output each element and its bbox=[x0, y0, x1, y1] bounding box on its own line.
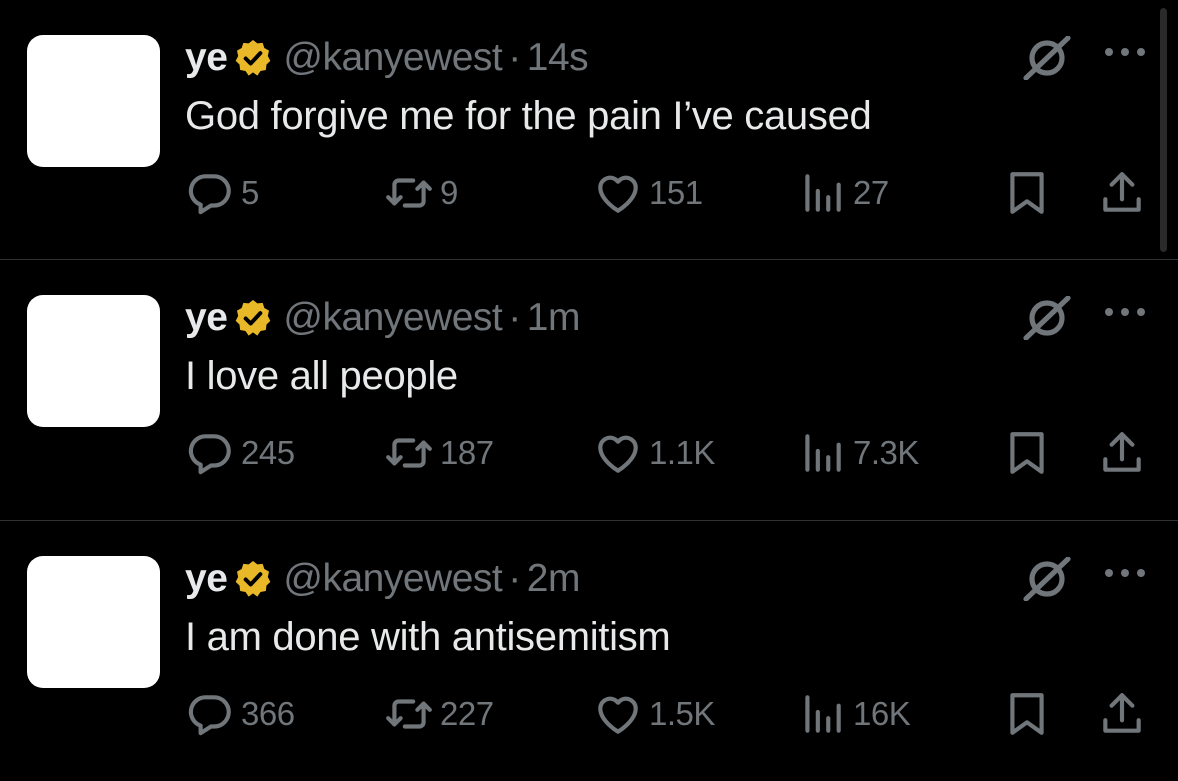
retweet-button[interactable]: 9 bbox=[384, 168, 458, 218]
reply-button[interactable]: 245 bbox=[185, 428, 295, 478]
avatar[interactable] bbox=[27, 35, 160, 167]
retweet-button[interactable]: 187 bbox=[384, 428, 494, 478]
timestamp[interactable]: 1m bbox=[527, 296, 581, 340]
verified-badge-icon bbox=[233, 298, 273, 338]
more-options-icon[interactable] bbox=[1102, 302, 1148, 322]
share-button[interactable] bbox=[1097, 689, 1147, 739]
retweet-button[interactable]: 227 bbox=[384, 689, 494, 739]
reply-button[interactable]: 366 bbox=[185, 689, 295, 739]
views-button[interactable]: 7.3K bbox=[797, 428, 919, 478]
like-icon bbox=[593, 689, 643, 739]
tweet-text: I love all people bbox=[185, 354, 458, 398]
retweet-count: 9 bbox=[440, 174, 458, 211]
user-handle[interactable]: @kanyewest bbox=[283, 296, 502, 340]
avatar[interactable] bbox=[27, 556, 160, 688]
tweet-text: God forgive me for the pain I’ve caused bbox=[185, 94, 872, 138]
timestamp[interactable]: 2m bbox=[527, 557, 581, 601]
retweet-icon bbox=[384, 689, 434, 739]
tweet[interactable]: ye @kanyewest · 1m I love all people 245… bbox=[0, 260, 1178, 520]
view-count: 16K bbox=[853, 695, 911, 732]
retweet-count: 227 bbox=[440, 695, 494, 732]
user-handle[interactable]: @kanyewest bbox=[283, 36, 502, 80]
like-button[interactable]: 1.1K bbox=[593, 428, 715, 478]
views-button[interactable]: 16K bbox=[797, 689, 911, 739]
more-options-icon[interactable] bbox=[1102, 42, 1148, 62]
verified-badge-icon bbox=[233, 559, 273, 599]
separator-dot: · bbox=[508, 36, 521, 79]
views-icon bbox=[797, 168, 847, 218]
bookmark-icon bbox=[1002, 428, 1052, 478]
reply-icon bbox=[185, 168, 235, 218]
tweet[interactable]: ye @kanyewest · 14s God forgive me for t… bbox=[0, 0, 1178, 260]
bookmark-icon bbox=[1002, 689, 1052, 739]
grok-icon[interactable] bbox=[1020, 296, 1074, 340]
grok-icon[interactable] bbox=[1020, 557, 1074, 601]
views-icon bbox=[797, 428, 847, 478]
like-count: 1.1K bbox=[649, 434, 715, 471]
share-icon bbox=[1097, 168, 1147, 218]
user-handle[interactable]: @kanyewest bbox=[283, 557, 502, 601]
tweet-header: ye @kanyewest · 1m bbox=[185, 296, 580, 340]
display-name[interactable]: ye bbox=[185, 296, 228, 340]
more-options-icon[interactable] bbox=[1102, 563, 1148, 583]
display-name[interactable]: ye bbox=[185, 36, 228, 80]
separator-dot: · bbox=[508, 296, 521, 339]
like-count: 151 bbox=[649, 174, 703, 211]
tweet[interactable]: ye @kanyewest · 2m I am done with antise… bbox=[0, 521, 1178, 781]
bookmark-button[interactable] bbox=[1002, 168, 1052, 218]
reply-icon bbox=[185, 428, 235, 478]
separator-dot: · bbox=[508, 557, 521, 600]
share-icon bbox=[1097, 689, 1147, 739]
tweet-feed: ye @kanyewest · 14s God forgive me for t… bbox=[0, 0, 1178, 781]
scrollbar[interactable] bbox=[1160, 8, 1167, 252]
like-button[interactable]: 1.5K bbox=[593, 689, 715, 739]
grok-icon[interactable] bbox=[1020, 36, 1074, 80]
display-name[interactable]: ye bbox=[185, 557, 228, 601]
share-button[interactable] bbox=[1097, 428, 1147, 478]
reply-button[interactable]: 5 bbox=[185, 168, 259, 218]
verified-badge-icon bbox=[233, 38, 273, 78]
view-count: 27 bbox=[853, 174, 889, 211]
tweet-header: ye @kanyewest · 2m bbox=[185, 557, 580, 601]
views-button[interactable]: 27 bbox=[797, 168, 889, 218]
reply-count: 245 bbox=[241, 434, 295, 471]
tweet-text: I am done with antisemitism bbox=[185, 615, 671, 659]
share-icon bbox=[1097, 428, 1147, 478]
like-button[interactable]: 151 bbox=[593, 168, 703, 218]
like-count: 1.5K bbox=[649, 695, 715, 732]
reply-icon bbox=[185, 689, 235, 739]
retweet-icon bbox=[384, 428, 434, 478]
retweet-icon bbox=[384, 168, 434, 218]
tweet-header: ye @kanyewest · 14s bbox=[185, 36, 589, 80]
reply-count: 366 bbox=[241, 695, 295, 732]
views-icon bbox=[797, 689, 847, 739]
share-button[interactable] bbox=[1097, 168, 1147, 218]
view-count: 7.3K bbox=[853, 434, 919, 471]
bookmark-button[interactable] bbox=[1002, 428, 1052, 478]
timestamp[interactable]: 14s bbox=[527, 36, 589, 80]
like-icon bbox=[593, 428, 643, 478]
retweet-count: 187 bbox=[440, 434, 494, 471]
like-icon bbox=[593, 168, 643, 218]
bookmark-button[interactable] bbox=[1002, 689, 1052, 739]
avatar[interactable] bbox=[27, 295, 160, 427]
reply-count: 5 bbox=[241, 174, 259, 211]
bookmark-icon bbox=[1002, 168, 1052, 218]
